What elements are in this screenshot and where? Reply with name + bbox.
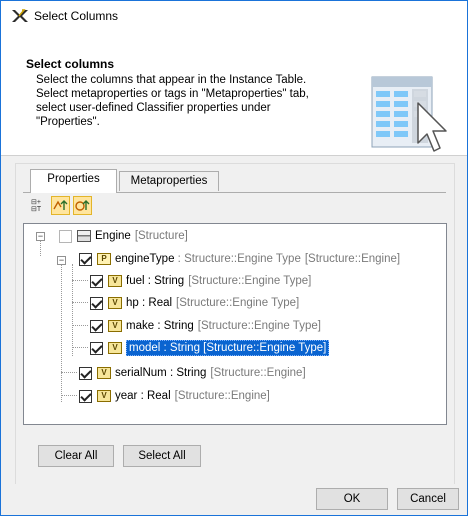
structure-icon [77,230,91,242]
app-logo-icon [12,9,28,22]
make-name: make [126,320,155,332]
make-sep: : [154,320,164,332]
make-typename: String [163,320,194,332]
model-sep: : [160,342,170,354]
tree-line [72,325,88,327]
tree-line [40,240,42,256]
cancel-button[interactable]: Cancel [397,488,459,510]
tab-properties[interactable]: Properties [30,169,117,193]
engineType-checkbox[interactable] [79,252,92,266]
engine-label: Engine [95,230,131,242]
show-by-type-button[interactable] [73,196,92,215]
tab-properties-label: Properties [47,173,100,185]
value-property-icon: V [97,390,111,402]
tree-item-engineType[interactable]: P engineType : Structure::Engine Type [S… [79,250,400,268]
hp-typename: Real [148,297,173,309]
serialNum-checkbox[interactable] [79,366,92,380]
table-cursor-icon [371,76,447,152]
tree-line [72,280,88,282]
clear-all-button[interactable]: Clear All [38,445,114,467]
tree-line [61,264,63,402]
value-property-icon: V [108,320,122,332]
engineType-sep: : [174,253,185,265]
tree-item-serialNum[interactable]: V serialNum : String [Structure::Engine] [79,364,306,382]
tree-item-make[interactable]: V make : String [Structure::Engine Type] [90,317,321,335]
value-property-icon: V [108,275,122,287]
tree-item-fuel[interactable]: V fuel : String [Structure::Engine Type] [90,272,311,290]
tree-collapse-toggle[interactable]: − [36,232,45,241]
header-title: Select columns [26,57,115,71]
select-all-button[interactable]: Select All [123,445,201,467]
expand-collapse-button[interactable]: ⊟+ ⊟T [29,196,48,215]
tree-line [72,347,88,349]
serialNum-name: serialNum [115,367,167,379]
hp-name: hp [126,297,139,309]
fuel-typename: String [154,275,185,287]
window-title: Select Columns [34,9,119,23]
tree-item-hp[interactable]: V hp : Real [Structure::Engine Type] [90,294,299,312]
expand-collapse-icon: ⊟+ ⊟T [31,199,42,213]
svg-text:⊟+: ⊟+ [31,199,41,206]
svg-text:⊟T: ⊟T [31,206,42,213]
serialNum-owner: [Structure::Engine] [210,367,306,379]
show-inherited-button[interactable] [51,196,70,215]
year-typename: Real [146,390,171,402]
show-by-type-icon [75,200,90,211]
tree-collapse-toggle[interactable]: − [57,256,66,265]
make-checkbox[interactable] [90,319,103,333]
hp-sep: : [138,297,149,309]
ok-button[interactable]: OK [316,488,388,510]
tree-item-year[interactable]: V year : Real [Structure::Engine] [79,387,270,405]
tree-root-engine[interactable]: Engine [Structure] [59,227,188,245]
model-typename: String [169,342,200,354]
model-name: model [129,342,161,354]
tree-line [72,302,88,304]
hp-owner: [Structure::Engine Type] [176,297,300,309]
engineType-name: engineType [115,253,175,265]
year-checkbox[interactable] [79,389,92,403]
tree-line [72,264,74,356]
tab-metaproperties[interactable]: Metaproperties [119,171,219,191]
tree-line [61,395,77,397]
header-description: Select the columns that appear in the In… [36,74,309,128]
engine-type: [Structure] [134,230,188,242]
part-property-icon: P [97,253,111,265]
year-sep: : [137,390,147,402]
fuel-checkbox[interactable] [90,274,103,288]
year-name: year [115,390,138,402]
tree-item-model[interactable]: V model : String [Structure::Engine Type… [90,339,330,357]
engineType-owner: [Structure::Engine] [304,253,401,265]
title-bar: Select Columns [1,1,467,31]
model-selected-row: model : String [Structure::Engine Type] [126,340,330,356]
model-checkbox[interactable] [90,341,103,355]
model-owner: [Structure::Engine Type] [203,342,327,354]
property-tree[interactable]: − Engine [Structure] − P engineType : St… [23,223,447,425]
tree-line [61,372,77,374]
engine-checkbox[interactable] [59,229,72,243]
select-columns-dialog: Select Columns Select columns Select the… [0,0,468,516]
value-property-icon: V [108,297,122,309]
fuel-owner: [Structure::Engine Type] [188,275,312,287]
show-inherited-icon [53,200,68,210]
make-owner: [Structure::Engine Type] [197,320,321,332]
serialNum-sep: : [166,367,177,379]
dialog-header: Select columns Select the columns that a… [1,31,467,156]
fuel-name: fuel [126,275,145,287]
tab-metaproperties-label: Metaproperties [130,175,208,187]
engineType-typename: Structure::Engine Type [184,253,301,265]
value-property-icon: V [108,342,122,354]
hp-checkbox[interactable] [90,296,103,310]
fuel-sep: : [144,275,155,287]
year-owner: [Structure::Engine] [174,390,270,402]
value-property-icon: V [97,367,111,379]
serialNum-typename: String [176,367,207,379]
